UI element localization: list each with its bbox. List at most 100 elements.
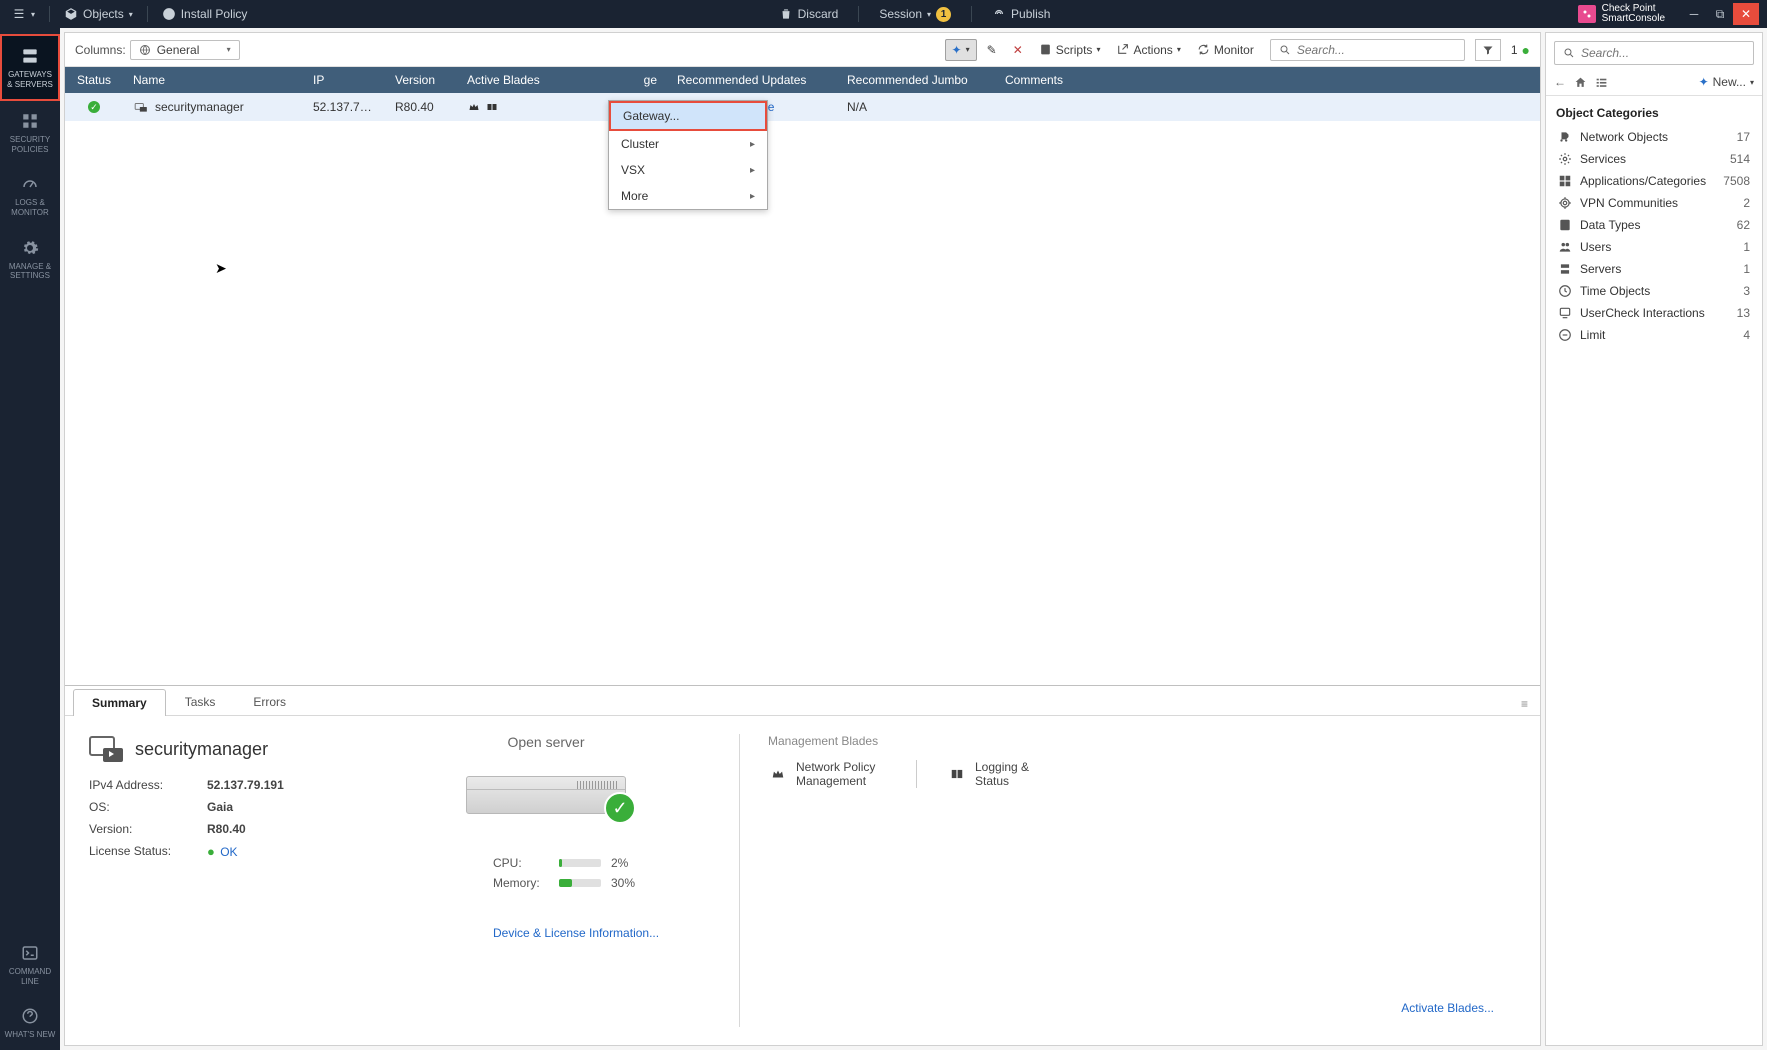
category-icon — [1558, 262, 1572, 276]
category-icon — [1558, 284, 1572, 298]
gear-icon — [20, 238, 40, 258]
table-row[interactable]: ✓ securitymanager 52.137.79.191 R80.40 % — [65, 93, 1540, 121]
session-badge: 1 — [936, 7, 951, 22]
discard-button[interactable]: Discard — [775, 5, 843, 23]
category-item[interactable]: Applications/Categories7508 — [1556, 170, 1752, 192]
collapse-handle[interactable]: ≡ — [1517, 693, 1532, 715]
tab-summary[interactable]: Summary — [73, 689, 166, 716]
nav-cli[interactable]: COMMAND LINE — [0, 933, 60, 996]
blade-logging: Logging & Status — [947, 760, 1045, 788]
blade-icon — [485, 101, 499, 113]
tab-tasks[interactable]: Tasks — [166, 688, 235, 715]
open-server-label: Open server — [507, 734, 584, 750]
category-item[interactable]: Time Objects3 — [1556, 280, 1752, 302]
trash-icon — [779, 7, 793, 21]
search-box[interactable] — [1270, 39, 1465, 61]
server-image — [466, 776, 626, 814]
star-icon: ✦ — [952, 43, 962, 57]
new-object-menu: Gateway... Cluster▸ VSX▸ More▸ — [608, 100, 768, 210]
category-icon — [1558, 218, 1572, 232]
nav-rail: GATEWAYS & SERVERS SECURITY POLICIES LOG… — [0, 28, 60, 1050]
center-panel: Columns: General ▾ ✦ ▾ — [64, 32, 1541, 1046]
columns-dropdown[interactable]: General ▾ — [130, 40, 240, 60]
category-item[interactable]: Limit4 — [1556, 324, 1752, 346]
category-icon — [1558, 240, 1572, 254]
right-search-input[interactable] — [1581, 46, 1745, 60]
toolbar: Columns: General ▾ ✦ ▾ — [65, 33, 1540, 67]
nav-whatsnew[interactable]: WHAT'S NEW — [0, 996, 60, 1050]
filter-button[interactable] — [1475, 39, 1501, 61]
category-item[interactable]: Data Types62 — [1556, 214, 1752, 236]
maximize-button[interactable]: ⧉ — [1707, 3, 1733, 25]
globe-icon — [139, 44, 151, 56]
titlebar: ☰▾ Objects▾ Install Policy Discard Sessi… — [0, 0, 1767, 28]
category-item[interactable]: UserCheck Interactions13 — [1556, 302, 1752, 324]
new-object-button[interactable]: ✦ ▾ — [945, 39, 977, 61]
host-icon — [133, 100, 149, 114]
menu-gateway[interactable]: Gateway... — [609, 101, 767, 131]
log-icon — [947, 766, 967, 782]
category-item[interactable]: Network Objects17 — [1556, 126, 1752, 148]
actions-menu[interactable]: Actions▾ — [1110, 40, 1186, 60]
right-toolbar: ← ✦ New...▾ — [1546, 73, 1762, 96]
gauge-icon — [20, 174, 40, 194]
filter-icon — [1482, 44, 1494, 56]
summary-title: securitymanager — [89, 734, 369, 764]
home-icon[interactable] — [1574, 76, 1587, 89]
nav-logs[interactable]: LOGS & MONITOR — [0, 164, 60, 227]
monitor-button[interactable]: Monitor — [1191, 40, 1260, 60]
object-categories-heading: Object Categories — [1556, 106, 1752, 120]
publish-button[interactable]: Publish — [988, 5, 1054, 23]
right-search-box[interactable] — [1554, 41, 1754, 65]
edit-button[interactable]: ✎ — [981, 40, 1003, 60]
export-icon — [1116, 43, 1129, 56]
server-icon — [20, 46, 40, 66]
nav-policies[interactable]: SECURITY POLICIES — [0, 101, 60, 164]
right-panel: ← ✦ New...▾ Object Categories Netwo — [1545, 32, 1763, 1046]
refresh-icon — [1197, 43, 1210, 56]
menu-more[interactable]: More▸ — [609, 183, 767, 209]
nav-manage[interactable]: MANAGE & SETTINGS — [0, 228, 60, 291]
tab-errors[interactable]: Errors — [234, 688, 305, 715]
nav-gateways[interactable]: GATEWAYS & SERVERS — [0, 34, 60, 101]
delete-button[interactable]: ✕ — [1007, 40, 1029, 60]
menu-cluster[interactable]: Cluster▸ — [609, 131, 767, 157]
list-icon[interactable] — [1595, 76, 1608, 89]
activate-blades-link[interactable]: Activate Blades... — [1401, 1001, 1494, 1015]
license-ok-icon: ● — [207, 844, 215, 859]
question-icon — [20, 1006, 40, 1026]
category-item[interactable]: VPN Communities2 — [1556, 192, 1752, 214]
search-icon — [1563, 47, 1575, 59]
license-ok-link[interactable]: OK — [220, 845, 237, 859]
category-item[interactable]: Services514 — [1556, 148, 1752, 170]
blade-policy: Network Policy Management — [768, 760, 886, 788]
result-count: 1 ● — [1511, 42, 1530, 58]
category-icon — [1558, 196, 1572, 210]
session-menu[interactable]: Session▾ 1 — [875, 5, 955, 24]
category-item[interactable]: Servers1 — [1556, 258, 1752, 280]
status-ok-icon: ✓ — [88, 101, 100, 113]
download-icon — [162, 7, 176, 21]
menu-vsx[interactable]: VSX▸ — [609, 157, 767, 183]
search-input[interactable] — [1297, 43, 1456, 57]
check-icon: ● — [1522, 42, 1530, 58]
category-item[interactable]: Users1 — [1556, 236, 1752, 258]
script-icon — [1039, 43, 1052, 56]
table-header: Status Name IP Version Active Blades ge … — [65, 67, 1540, 93]
terminal-icon — [20, 943, 40, 963]
publish-icon — [992, 7, 1006, 21]
cursor-icon: ➤ — [215, 260, 227, 277]
new-button[interactable]: ✦ New...▾ — [1699, 75, 1754, 89]
main-area: Columns: General ▾ ✦ ▾ — [60, 28, 1767, 1050]
close-button[interactable]: ✕ — [1733, 3, 1759, 25]
back-icon[interactable]: ← — [1554, 75, 1566, 89]
objects-menu[interactable]: Objects▾ — [60, 5, 137, 23]
category-icon — [1558, 152, 1572, 166]
server-large-icon — [89, 734, 125, 764]
install-policy-button[interactable]: Install Policy — [158, 5, 252, 23]
star-icon: ✦ — [1699, 75, 1709, 89]
device-license-link[interactable]: Device & License Information... — [393, 926, 659, 940]
minimize-button[interactable]: ─ — [1681, 3, 1707, 25]
app-menu[interactable]: ☰▾ — [8, 5, 39, 23]
scripts-menu[interactable]: Scripts▾ — [1033, 40, 1107, 60]
